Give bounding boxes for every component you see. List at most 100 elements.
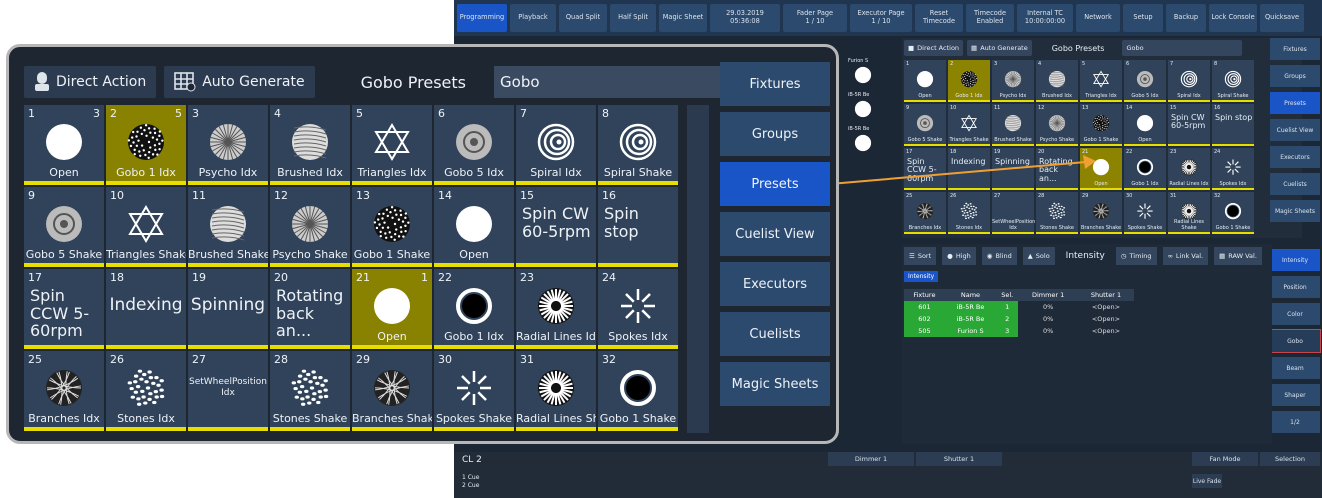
mini-preset-cell[interactable]: 31 Radial Lines Shake [1168,192,1210,234]
column-header[interactable]: Name [944,289,997,301]
window-button[interactable]: Executors [720,262,830,306]
preset-cell[interactable]: 5 Triangles Idx [352,105,432,185]
raw-button[interactable]: ▦ RAW Val. [1214,247,1262,265]
preset-cell[interactable]: 19 Spinning [188,269,268,349]
topbar-button-6[interactable]: Fader Page 1 / 10 [783,4,847,32]
preset-cell[interactable]: 26 Stones Idx [106,351,186,431]
preset-cell[interactable]: 3 Psycho Idx [188,105,268,185]
preset-cell[interactable]: 32 Gobo 1 Shake [598,351,678,431]
intensity-tab[interactable]: Intensity [904,271,939,282]
mini-preset-cell[interactable]: 26 Stones Idx [948,192,990,234]
preset-cell[interactable]: 20 Rotating back an... [270,269,350,349]
preset-cell[interactable]: 17 Spin CCW 5-60rpm [24,269,104,349]
mini-preset-cell[interactable]: 25 Branches Idx [904,192,946,234]
direct-action-button[interactable]: Direct Action [24,66,157,98]
preset-cell[interactable]: 8 Spiral Shake [598,105,678,185]
attribute-item[interactable]: Gobo [1269,329,1321,353]
preset-cell[interactable]: 9 Gobo 5 Shake [24,187,104,267]
topbar-button-15[interactable]: Quicksave [1260,4,1304,32]
attribute-item[interactable]: Shaper [1270,384,1320,406]
preset-cell[interactable]: 24 Spokes Idx [598,269,678,349]
mini-preset-cell[interactable]: 4 Brushed Idx [1036,60,1078,102]
topbar-button-8[interactable]: Reset Timecode [915,4,963,32]
preset-cell[interactable]: 2 5 Gobo 1 Idx [106,105,186,185]
live-fade-button[interactable]: Live Fade [1192,474,1222,488]
mini-preset-cell[interactable]: 24 Spokes Idx [1212,148,1254,190]
preset-cell[interactable]: 15 Spin CW 60-5rpm [516,187,596,267]
mini-preset-cell[interactable]: 16 Spin stop [1212,104,1254,146]
column-header[interactable]: Sel. [996,289,1019,301]
mini-preset-cell[interactable]: 22 Gobo 1 Idx [1124,148,1166,190]
preset-cell[interactable]: 14 Open [434,187,514,267]
column-header[interactable]: Dimmer 1 [1018,289,1078,301]
table-row[interactable]: 602 iB-5R Be 2 0% <Open> [904,313,1134,325]
attribute-item[interactable]: Beam [1270,357,1320,379]
sidebar-item[interactable]: Executors [1270,146,1320,168]
sidebar-item[interactable]: Groups [1270,65,1320,87]
mini-preset-cell[interactable]: 3 Psycho Idx [992,60,1034,102]
preset-cell[interactable]: 6 Gobo 5 Idx [434,105,514,185]
mini-preset-cell[interactable]: 6 Gobo 5 Idx [1124,60,1166,102]
mini-preset-cell[interactable]: 12 Psycho Shake [1036,104,1078,146]
mini-preset-cell[interactable]: 27 SetWheelPosition Idx [992,192,1035,234]
preset-cell[interactable]: 22 Gobo 1 Idx [434,269,514,349]
mini-preset-cell[interactable]: 29 Branches Shake [1080,192,1122,234]
topbar-button-13[interactable]: Backup [1166,4,1206,32]
preset-cell[interactable]: 27 SetWheelPosition Idx [188,351,268,431]
mini-preset-cell[interactable]: 14 Open [1124,104,1166,146]
blind-button[interactable]: ◉ Blind [981,247,1017,265]
mini-preset-cell[interactable]: 2 Gobo 1 Idx [948,60,990,102]
link-button[interactable]: ∞ Link Val. [1162,247,1209,265]
topbar-button-10[interactable]: Internal TC 10:00:00:00 [1017,4,1073,32]
preset-cell[interactable]: 13 Gobo 1 Shake [352,187,432,267]
attribute-item[interactable]: Color [1270,303,1320,325]
shutter-field[interactable]: Shutter 1 [916,452,1002,466]
mini-preset-cell[interactable]: 23 Radial Lines Idx [1168,148,1210,190]
table-row[interactable]: 601 iB-5R Be 1 0% <Open> [904,301,1134,313]
preset-cell[interactable]: 25 Branches Idx [24,351,104,431]
mini-preset-cell[interactable]: 11 Brushed Shake [992,104,1034,146]
mini-preset-cell[interactable]: 13 Gobo 1 Shake [1080,104,1122,146]
mini-fixture-tile[interactable]: Furion S [848,58,878,86]
topbar-button-2[interactable]: Quad Split [559,4,607,32]
topbar-button-12[interactable]: Setup [1123,4,1163,32]
high-button[interactable]: ● High [942,247,976,265]
topbar-button-0[interactable]: Programming [457,4,507,32]
topbar-button-14[interactable]: Lock Console [1209,4,1257,32]
topbar-button-4[interactable]: Magic Sheet [659,4,707,32]
window-button[interactable]: Presets [720,162,830,206]
fan-mode-button[interactable]: Fan Mode [1192,452,1258,466]
preset-cell[interactable]: 23 Radial Lines Idx [516,269,596,349]
sidebar-item[interactable]: Magic Sheets [1270,200,1320,222]
topbar-button-11[interactable]: Network [1076,4,1120,32]
preset-cell[interactable]: 11 Brushed Shake [188,187,268,267]
preset-cell[interactable]: 30 Spokes Shake [434,351,514,431]
mini-dropdown[interactable]: Gobo [1122,40,1243,56]
preset-cell[interactable]: 16 Spin stop [598,187,678,267]
preset-cell[interactable]: 21 1 Open [352,269,432,349]
preset-type-dropdown[interactable]: Gobo ⌄ [494,66,751,98]
mini-preset-cell[interactable]: 32 Gobo 1 Shake [1212,192,1254,234]
mini-preset-cell[interactable]: 1 Open [904,60,946,102]
topbar-button-3[interactable]: Half Split [610,4,656,32]
dimmer-field[interactable]: Dimmer 1 [828,452,914,466]
column-header[interactable]: Fixture [904,289,945,301]
preset-cell[interactable]: 12 Psycho Shake [270,187,350,267]
window-button[interactable]: Fixtures [720,62,830,106]
preset-cell[interactable]: 29 Branches Shake [352,351,432,431]
table-row[interactable]: 505 Furion S 3 0% <Open> [904,325,1134,337]
mini-direct-action-button[interactable]: ■ Direct Action [904,40,964,56]
solo-button[interactable]: ▲ Solo [1022,247,1055,265]
sort-button[interactable]: ☰ Sort [904,247,937,265]
column-header[interactable]: Shutter 1 [1077,289,1134,301]
preset-cell[interactable]: 18 Indexing [106,269,186,349]
window-button[interactable]: Cuelist View [720,212,830,256]
topbar-button-9[interactable]: Timecode Enabled [966,4,1014,32]
mini-preset-cell[interactable]: 15 Spin CW 60-5rpm [1168,104,1210,146]
mini-preset-cell[interactable]: 10 Triangles Shake [948,104,990,146]
preset-cell[interactable]: 1 3 Open [24,105,104,185]
topbar-button-7[interactable]: Executor Page 1 / 10 [850,4,912,32]
attribute-item[interactable]: 1/2 [1270,411,1320,433]
mini-fixture-tile[interactable]: iB-5R Be [848,92,878,120]
attribute-item[interactable]: Position [1270,276,1320,298]
